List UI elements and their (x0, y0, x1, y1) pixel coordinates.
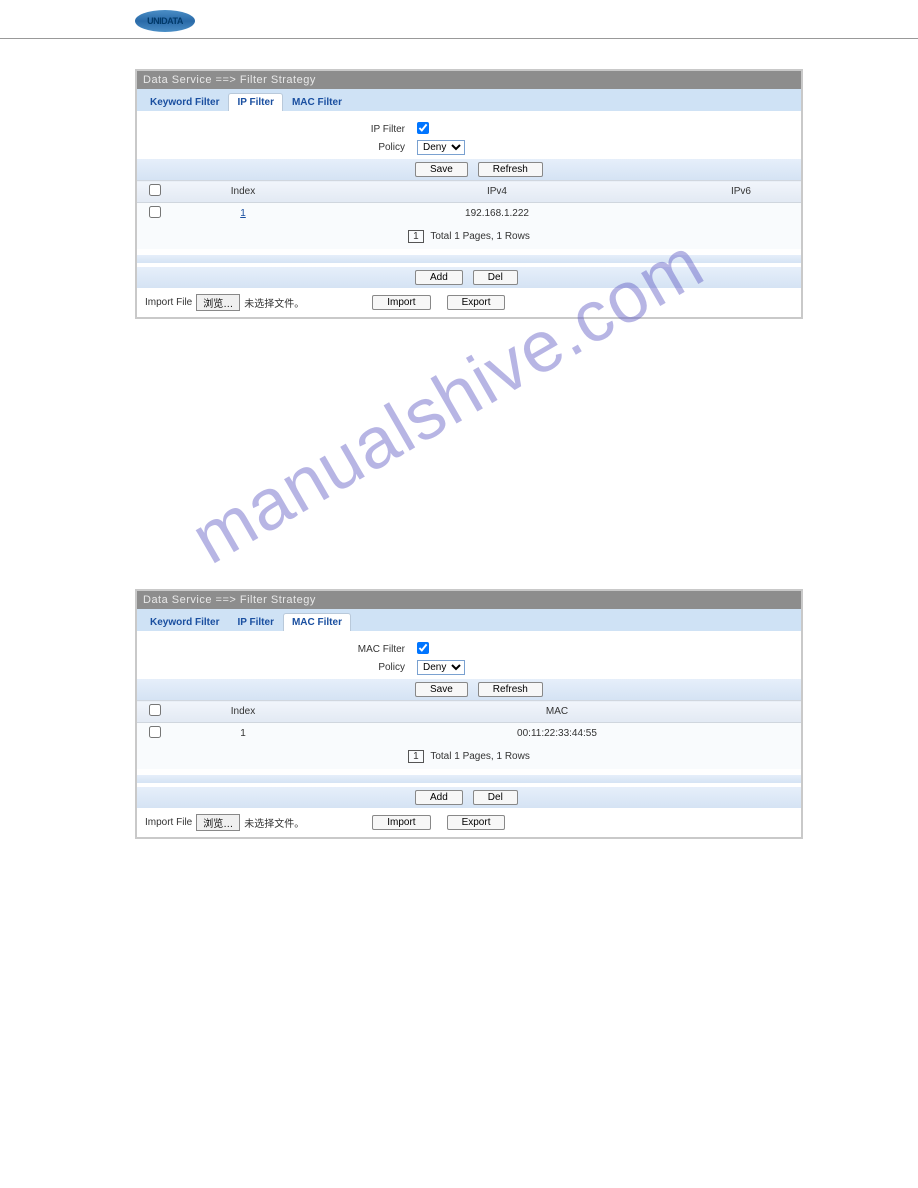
cell-ipv4: 192.168.1.222 (313, 203, 681, 225)
label-policy: Policy (137, 142, 417, 153)
import-button[interactable]: Import (372, 295, 430, 310)
cell-index: 1 (173, 723, 313, 745)
label-no-file: 未选择文件。 (244, 815, 304, 830)
th-ipv6: IPv6 (681, 181, 801, 203)
pager: 1 Total 1 Pages, 1 Rows (137, 224, 801, 249)
save-refresh-row: Save Refresh (137, 679, 801, 700)
tab-bar: Keyword Filter IP Filter MAC Filter (137, 89, 801, 111)
import-button[interactable]: Import (372, 815, 430, 830)
form-body: IP Filter Policy Deny Save Refresh Index (137, 111, 801, 317)
pager-summary: Total 1 Pages, 1 Rows (430, 751, 530, 762)
import-export-bar: Import File 浏览… 未选择文件。 Import Export (137, 288, 801, 317)
th-index: Index (173, 701, 313, 723)
browse-button[interactable]: 浏览… (196, 814, 240, 831)
tab-keyword-filter[interactable]: Keyword Filter (141, 613, 228, 631)
mac-table: Index MAC 1 00:11:22:33:44:55 (137, 700, 801, 744)
add-button[interactable]: Add (415, 270, 463, 285)
mac-filter-panel: Data Service ==> Filter Strategy Keyword… (135, 589, 803, 839)
label-ip-filter: IP Filter (137, 124, 417, 135)
tab-mac-filter[interactable]: MAC Filter (283, 93, 351, 111)
tab-bar: Keyword Filter IP Filter MAC Filter (137, 609, 801, 631)
select-policy[interactable]: Deny (417, 140, 465, 155)
label-policy: Policy (137, 662, 417, 673)
pager-page[interactable]: 1 (408, 230, 424, 243)
add-button[interactable]: Add (415, 790, 463, 805)
checkbox-row[interactable] (149, 206, 161, 218)
link-row-index[interactable]: 1 (240, 208, 246, 219)
label-no-file: 未选择文件。 (244, 295, 304, 310)
cell-mac: 00:11:22:33:44:55 (313, 723, 801, 745)
form-body: MAC Filter Policy Deny Save Refresh Inde… (137, 631, 801, 837)
tab-ip-filter[interactable]: IP Filter (228, 613, 283, 631)
pager-page[interactable]: 1 (408, 750, 424, 763)
panel-title: Data Service ==> Filter Strategy (137, 591, 801, 609)
add-del-row: Add Del (137, 267, 801, 288)
tab-mac-filter[interactable]: MAC Filter (283, 613, 351, 631)
select-policy[interactable]: Deny (417, 660, 465, 675)
refresh-button[interactable]: Refresh (478, 682, 543, 697)
browse-button[interactable]: 浏览… (196, 294, 240, 311)
th-mac: MAC (313, 701, 801, 723)
ip-table: Index IPv4 IPv6 1 192.168.1.222 (137, 180, 801, 224)
pager: 1 Total 1 Pages, 1 Rows (137, 744, 801, 769)
import-export-bar: Import File 浏览… 未选择文件。 Import Export (137, 808, 801, 837)
panel-title: Data Service ==> Filter Strategy (137, 71, 801, 89)
export-button[interactable]: Export (447, 815, 506, 830)
cell-ipv6 (681, 203, 801, 225)
ip-filter-panel: Data Service ==> Filter Strategy Keyword… (135, 69, 803, 319)
checkbox-row[interactable] (149, 726, 161, 738)
add-del-row: Add Del (137, 787, 801, 808)
checkbox-ip-filter-enable[interactable] (417, 122, 429, 134)
checkbox-select-all[interactable] (149, 704, 161, 716)
divider-band (137, 255, 801, 263)
checkbox-select-all[interactable] (149, 184, 161, 196)
th-ipv4: IPv4 (313, 181, 681, 203)
save-refresh-row: Save Refresh (137, 159, 801, 180)
tab-ip-filter[interactable]: IP Filter (228, 93, 283, 111)
checkbox-mac-filter-enable[interactable] (417, 642, 429, 654)
save-button[interactable]: Save (415, 682, 468, 697)
table-row: 1 00:11:22:33:44:55 (137, 723, 801, 745)
label-import-file: Import File (145, 817, 192, 828)
del-button[interactable]: Del (473, 270, 518, 285)
tab-keyword-filter[interactable]: Keyword Filter (141, 93, 228, 111)
label-import-file: Import File (145, 297, 192, 308)
label-mac-filter: MAC Filter (137, 644, 417, 655)
page-header: UNIDATA (0, 0, 918, 39)
refresh-button[interactable]: Refresh (478, 162, 543, 177)
brand-logo: UNIDATA (135, 10, 195, 32)
pager-summary: Total 1 Pages, 1 Rows (430, 231, 530, 242)
divider-band (137, 775, 801, 783)
del-button[interactable]: Del (473, 790, 518, 805)
save-button[interactable]: Save (415, 162, 468, 177)
table-row: 1 192.168.1.222 (137, 203, 801, 225)
export-button[interactable]: Export (447, 295, 506, 310)
th-index: Index (173, 181, 313, 203)
